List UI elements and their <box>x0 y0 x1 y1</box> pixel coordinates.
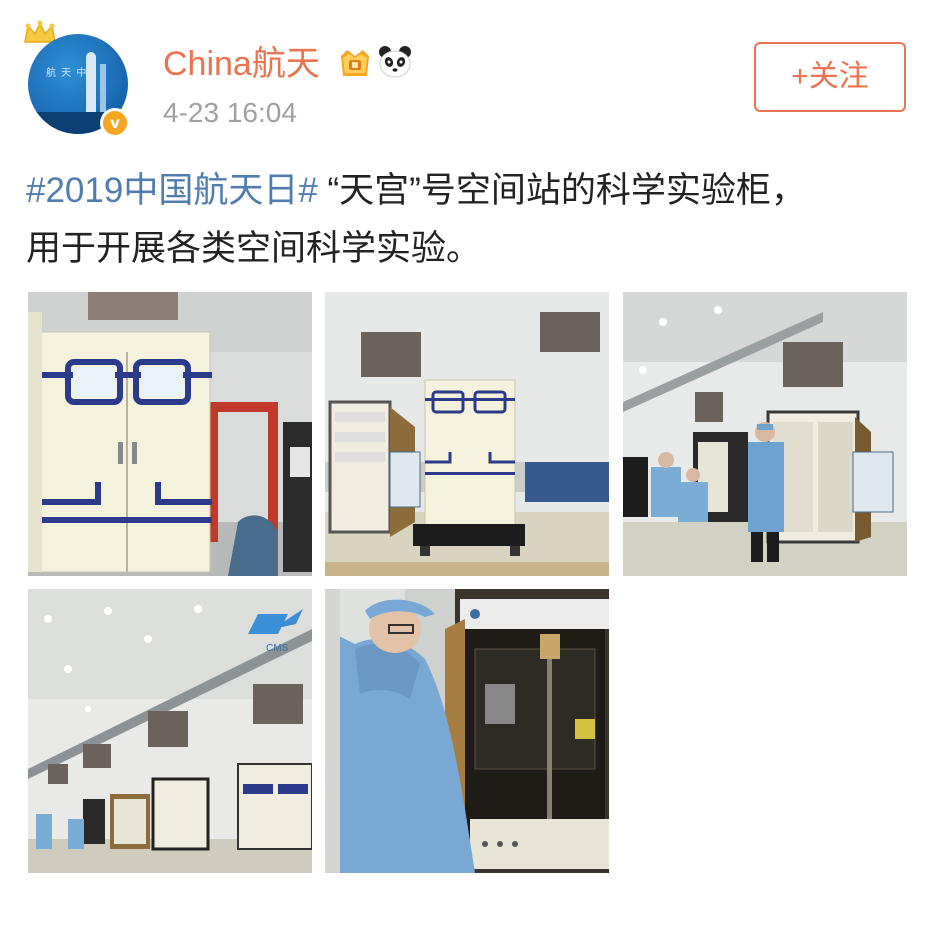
rocket-shape <box>86 52 96 114</box>
photo-2-image <box>325 292 609 576</box>
tower-shape <box>100 64 106 116</box>
photo-thumbnail-4[interactable]: CMS <box>28 589 312 873</box>
photo-1-image <box>28 292 312 576</box>
photo-thumbnail-3[interactable] <box>623 292 907 576</box>
post-text: #2019中国航天日# “天宫”号空间站的科学实验柜， 用于开展各类空间科学实验… <box>26 162 916 278</box>
photo-5-image <box>325 589 609 873</box>
post-text-line1: “天宫”号空间站的科学实验柜， <box>317 171 806 210</box>
username[interactable]: China航天 <box>163 44 320 84</box>
cms-watermark: CMS <box>266 643 289 654</box>
avatar-logo: 航 天 中 <box>46 68 88 79</box>
hashtag-link[interactable]: #2019中国航天日# <box>26 171 318 210</box>
panda-icon[interactable] <box>377 44 413 80</box>
vip-crown-icon[interactable] <box>337 46 373 80</box>
photo-thumbnail-5[interactable] <box>325 589 609 873</box>
photo-3-image <box>623 292 907 576</box>
post-timestamp[interactable]: 4-23 16:04 <box>163 96 297 130</box>
verified-icon: v <box>100 108 130 138</box>
photo-thumbnail-2[interactable] <box>325 292 609 576</box>
photo-thumbnail-1[interactable] <box>28 292 312 576</box>
photo-4-image: CMS <box>28 589 312 873</box>
follow-button[interactable]: +关注 <box>754 42 906 112</box>
post-text-line2: 用于开展各类空间科学实验。 <box>26 229 482 268</box>
avatar[interactable]: 航 天 中 v <box>22 20 134 138</box>
